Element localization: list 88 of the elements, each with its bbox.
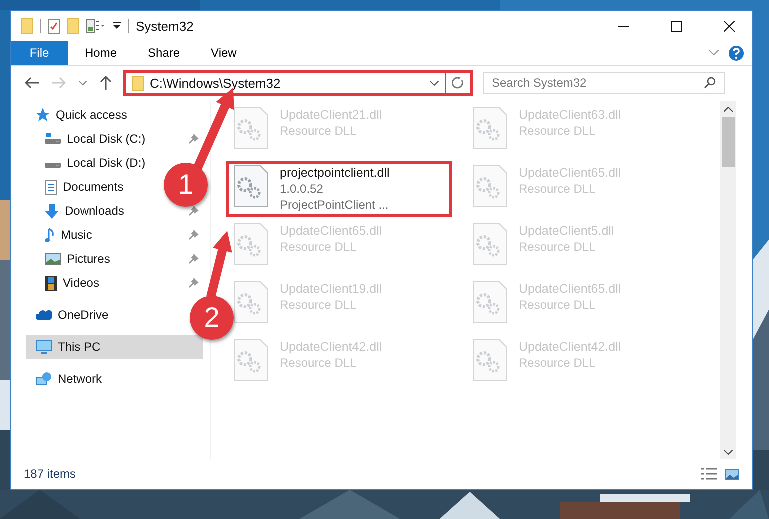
picture-icon	[45, 253, 61, 265]
item-count: 187 items	[24, 467, 76, 481]
large-icons-view-icon[interactable]	[725, 468, 739, 480]
scroll-down-icon[interactable]	[724, 450, 732, 455]
star-icon	[36, 108, 50, 122]
file-name: UpdateClient21.dll	[280, 108, 382, 123]
navigation-item[interactable]: Documents	[26, 175, 128, 199]
file-detail: Resource DLL	[280, 123, 358, 139]
file-name: UpdateClient63.dll	[519, 108, 622, 123]
file-detail: Resource DLL	[519, 297, 597, 313]
window-title: System32	[136, 18, 194, 34]
file-detail: ProjectPointClient ...	[280, 197, 390, 213]
file-detail: Resource DLL	[280, 239, 358, 255]
dll-file-icon[interactable]	[473, 339, 507, 381]
customize-toolbar-icon[interactable]	[113, 22, 121, 30]
file-tab[interactable]: File	[11, 41, 68, 65]
folder-icon	[132, 76, 144, 90]
pin-icon[interactable]	[189, 254, 199, 264]
file-detail: Resource DLL	[519, 355, 597, 371]
file-name: UpdateClient5.dll	[519, 224, 614, 239]
ribbon-tab[interactable]: View	[197, 41, 251, 65]
dll-file-icon[interactable]	[234, 165, 268, 207]
navigation-item[interactable]: Network	[26, 367, 102, 391]
scrollbar[interactable]	[720, 101, 736, 459]
refresh-icon[interactable]	[452, 77, 464, 89]
dropdown-caret-icon[interactable]	[430, 80, 439, 86]
address-bar[interactable]: C:\Windows\System32	[123, 70, 473, 96]
dll-file-icon[interactable]	[473, 281, 507, 323]
navigation-item[interactable]: This PC	[26, 335, 203, 359]
dll-file-icon[interactable]	[473, 107, 507, 149]
navigation-item[interactable]: OneDrive	[26, 303, 109, 327]
view-options-icon[interactable]	[86, 19, 106, 33]
file-detail: Resource DLL	[519, 181, 597, 197]
recent-locations-icon[interactable]	[79, 80, 87, 86]
pin-icon[interactable]	[189, 206, 199, 216]
ribbon-tab[interactable]: Share	[134, 41, 194, 65]
navigation-item[interactable]: Local Disk (D:)	[26, 151, 150, 175]
file-name: UpdateClient65.dll	[280, 224, 382, 239]
search-field[interactable]: Search System32	[483, 72, 725, 94]
expand-ribbon-icon[interactable]	[709, 50, 719, 56]
navigation-item[interactable]: Videos	[26, 271, 104, 295]
computer-icon	[36, 340, 52, 354]
navigation-item[interactable]: Downloads	[26, 199, 128, 223]
network-icon	[36, 372, 52, 386]
file-name: UpdateClient65.dll	[519, 166, 622, 181]
dll-file-icon[interactable]	[473, 223, 507, 265]
scroll-up-icon[interactable]	[724, 107, 732, 112]
dll-file-icon[interactable]	[234, 223, 268, 265]
forward-arrow-icon[interactable]	[52, 77, 66, 89]
dll-file-icon[interactable]	[234, 281, 268, 323]
navigation-item[interactable]: Pictures	[26, 247, 114, 271]
file-name: UpdateClient42.dll	[519, 340, 622, 355]
back-arrow-icon[interactable]	[25, 77, 39, 89]
close-icon[interactable]	[724, 20, 734, 32]
drive-icon	[45, 133, 61, 145]
address-path: C:\Windows\System32	[150, 76, 281, 90]
document-icon	[45, 180, 57, 194]
download-arrow-icon	[45, 204, 59, 218]
maximize-icon[interactable]	[670, 20, 682, 32]
file-detail: 1.0.0.52	[280, 181, 324, 197]
file-detail: Resource DLL	[280, 297, 358, 313]
ribbon-tab[interactable]: Home	[71, 41, 132, 65]
navigation-item[interactable]: Local Disk (C:)	[26, 127, 150, 151]
file-name: UpdateClient42.dll	[280, 340, 382, 355]
details-view-icon[interactable]	[701, 468, 717, 480]
dll-file-icon[interactable]	[473, 165, 507, 207]
film-icon	[45, 276, 57, 290]
pin-icon[interactable]	[189, 230, 199, 240]
file-name: projectpointclient.dll	[280, 166, 390, 181]
annotation-arrow	[206, 231, 232, 298]
file-detail: Resource DLL	[519, 123, 597, 139]
file-detail: Resource DLL	[519, 239, 597, 255]
file-name: UpdateClient19.dll	[280, 282, 382, 297]
scroll-thumb[interactable]	[722, 117, 734, 167]
properties-icon[interactable]	[48, 18, 60, 34]
dll-file-icon[interactable]	[234, 339, 268, 381]
navigation-item[interactable]: Quick access	[26, 103, 128, 127]
pin-icon[interactable]	[189, 278, 199, 288]
navigation-item[interactable]: Music	[26, 223, 96, 247]
help-icon[interactable]	[729, 46, 744, 60]
pin-icon[interactable]	[189, 134, 199, 144]
file-detail: Resource DLL	[280, 355, 358, 371]
dll-file-icon[interactable]	[234, 107, 268, 149]
up-arrow-icon[interactable]	[100, 76, 112, 90]
search-icon	[704, 77, 716, 89]
music-note-icon	[45, 228, 55, 242]
file-name: UpdateClient65.dll	[519, 282, 622, 297]
cloud-icon	[36, 310, 52, 320]
